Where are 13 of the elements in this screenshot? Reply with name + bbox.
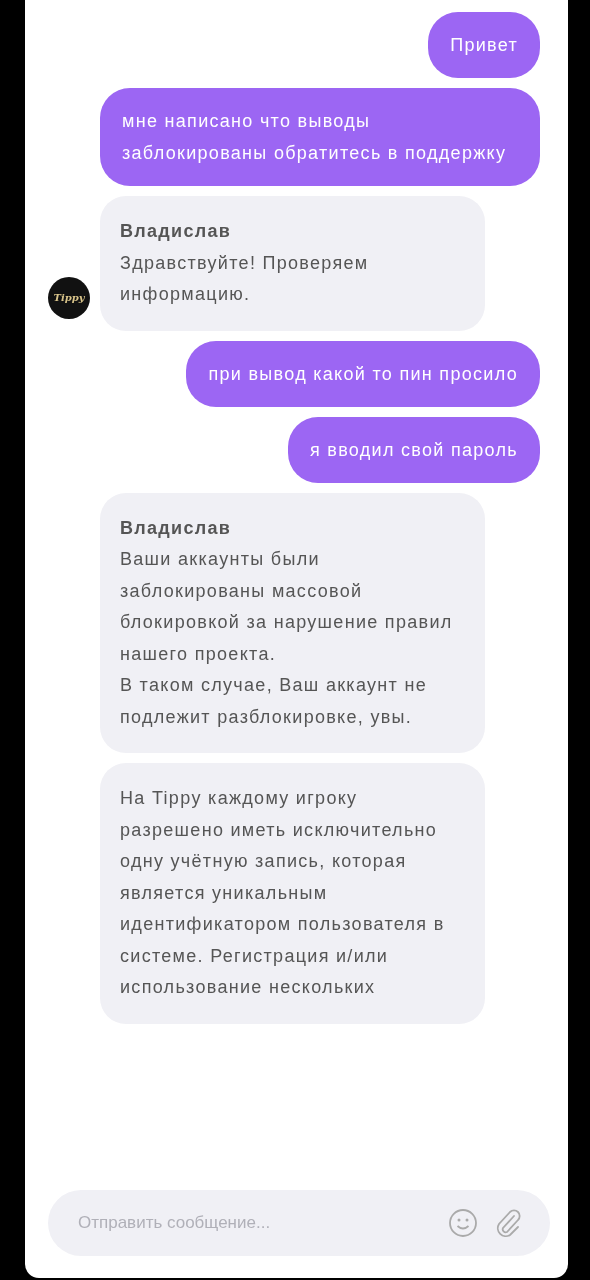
- author-name: Владислав: [120, 220, 233, 243]
- message-text: Здравствуйте! Проверяем информацию.: [120, 251, 370, 306]
- message-input[interactable]: Отправить сообщение...: [48, 1190, 550, 1256]
- message-text: На Tippy каждому игроку разрешено иметь исключительно одну учётную запись, которая является уникальным идентификатором пользователя в системе. Регистрация и/или использование нескольких: [120, 787, 446, 999]
- sent-message: я вводил свой пароль: [287, 416, 540, 483]
- sent-message: при вывод какой то пин просило: [186, 340, 540, 407]
- sent-message: мне написано что выводы заблокированы обратитесь в поддержку: [100, 88, 540, 186]
- emoji-icon[interactable]: [448, 1208, 478, 1238]
- avatar-logo: Tippy: [53, 291, 85, 305]
- paperclip-icon[interactable]: [494, 1208, 522, 1238]
- message-text: Ваши аккаунты были заблокированы массовой блокировкой за нарушение правил нашего проекта. В таком случае, Ваш аккаунт не подлежит разблокировке, увы.: [120, 548, 454, 729]
- sent-message: Привет: [428, 12, 540, 78]
- author-name: Владислав: [120, 516, 233, 540]
